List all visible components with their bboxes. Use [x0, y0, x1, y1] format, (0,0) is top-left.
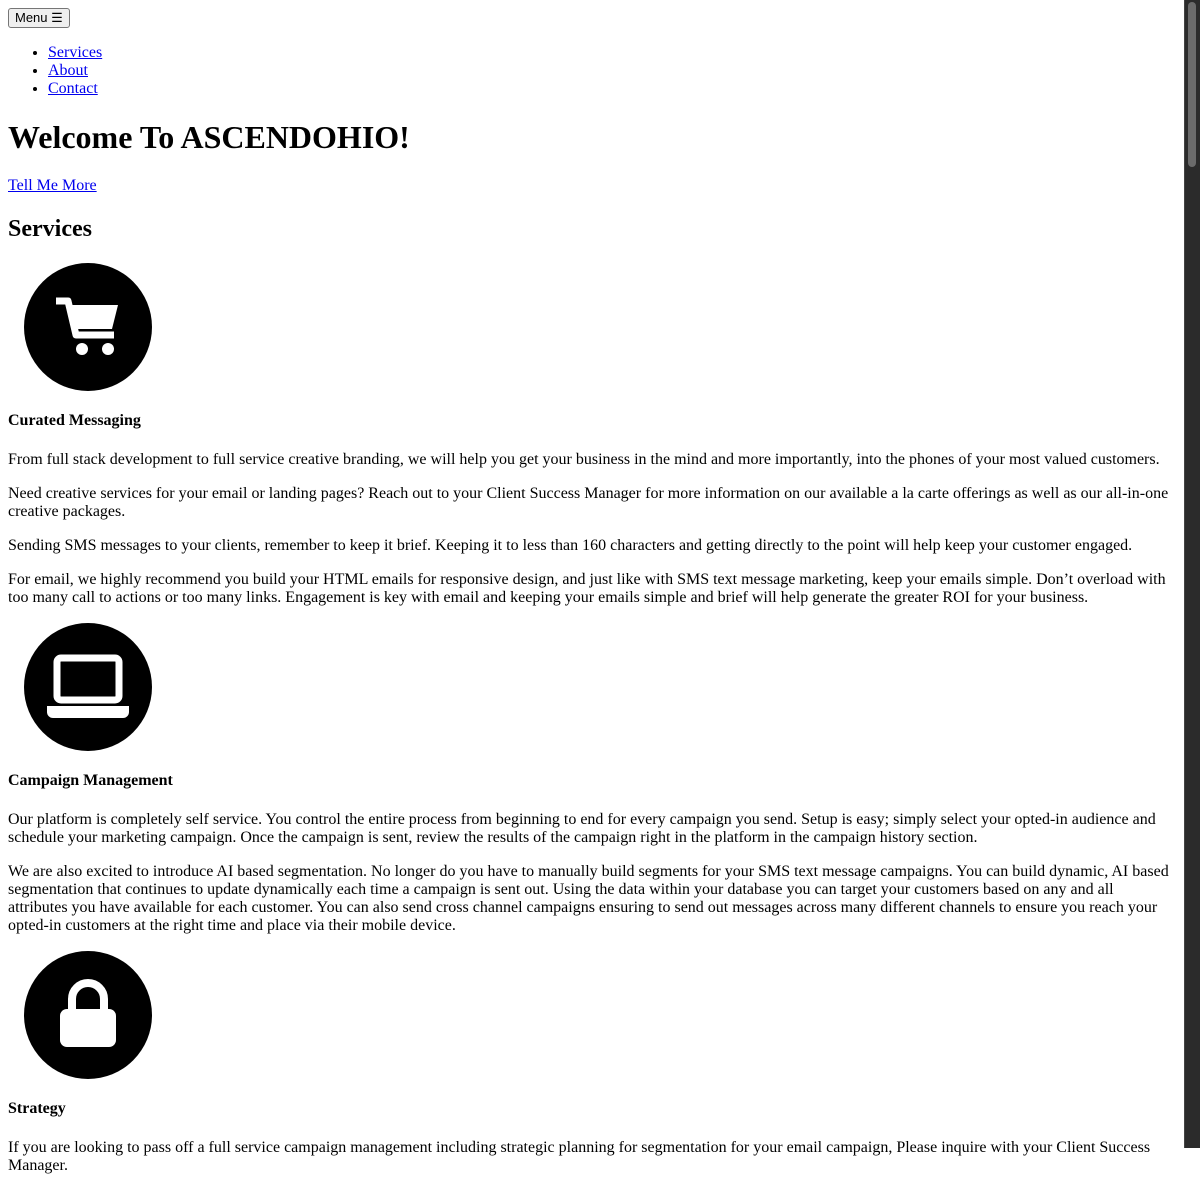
scrollbar[interactable] [1184, 0, 1200, 1148]
page: Menu ☰ Services About Contact Welcome To… [8, 8, 1177, 1191]
hero-title: Welcome To ASCENDOHIO! [8, 119, 410, 155]
service-title: Campaign Management [8, 772, 173, 789]
service-paragraph: Need creative services for your email or… [8, 485, 1169, 520]
services-heading: Services [8, 216, 92, 242]
service-paragraph: Our platform is completely self service.… [8, 811, 1156, 846]
nav-list: Services About Contact [8, 44, 1177, 98]
service-paragraph: From full stack development to full serv… [8, 451, 1160, 468]
nav-link-about[interactable]: About [48, 62, 88, 79]
nav-item: Services [48, 44, 1177, 62]
menu-button[interactable]: Menu ☰ [8, 8, 70, 28]
nav-item: About [48, 62, 1177, 80]
nav-link-services[interactable]: Services [48, 44, 102, 61]
nav-item: Contact [48, 80, 1177, 98]
service-title: Curated Messaging [8, 412, 141, 429]
laptop-icon [24, 623, 152, 751]
shopping-cart-icon [24, 263, 152, 391]
service-paragraph: If you are looking to pass off a full se… [8, 1139, 1151, 1174]
scrollbar-thumb[interactable] [1188, 2, 1196, 167]
service-paragraph: We are also excited to introduce AI base… [8, 863, 1169, 934]
tell-me-more-link[interactable]: Tell Me More [8, 177, 97, 194]
service-paragraph: Sending SMS messages to your clients, re… [8, 537, 1133, 554]
nav-link-contact[interactable]: Contact [48, 80, 98, 97]
lock-icon [24, 951, 152, 1079]
service-title: Strategy [8, 1100, 66, 1117]
service-paragraph: For email, we highly recommend you build… [8, 571, 1166, 606]
